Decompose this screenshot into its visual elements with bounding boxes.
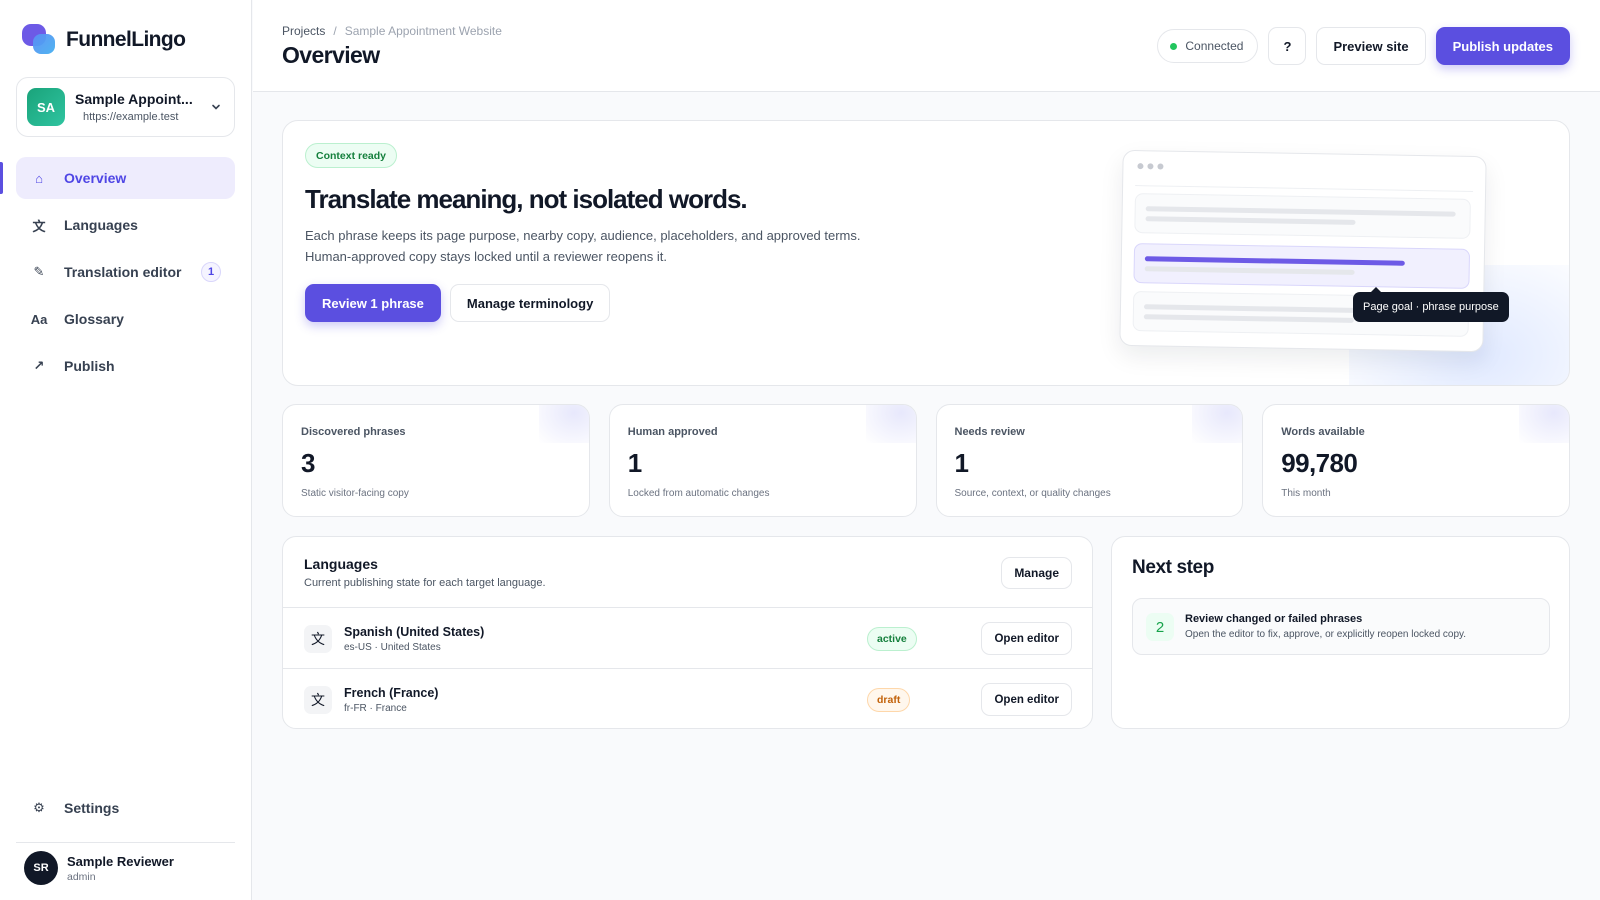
hero-card: Context ready Translate meaning, not iso… [282,120,1570,386]
sidebar-item-label: Publish [64,358,115,374]
next-step-item[interactable]: 2 Review changed or failed phrases Open … [1132,598,1550,655]
status-text: Connected [1185,39,1244,53]
stat-value: 99,780 [1281,448,1358,478]
home-icon: ⌂ [35,170,43,186]
language-name: Spanish (United States) [344,625,485,639]
glossary-icon: Aa [30,311,48,327]
next-step-description: Open the editor to fix, approve, or expl… [1185,629,1467,640]
project-name: Sample Appoint... [75,91,193,107]
sidebar-item-label: Translation editor [64,264,182,280]
stat-subtext: Locked from automatic changes [627,488,770,499]
next-step-card: Next step 2 Review changed or failed phr… [1111,536,1570,729]
logo-mark-icon [22,24,56,56]
hero-desc-line1: Each phrase keeps its page purpose, near… [305,228,861,243]
manage-terminology-button[interactable]: Manage terminology [449,284,611,322]
breadcrumb-current: Sample Appointment Website [344,24,502,38]
chevron-down-icon [208,99,224,115]
sidebar-item-label: Overview [64,170,127,186]
sidebar-item-label: Settings [64,800,120,816]
sidebar: FunnelLingo SA Sample Appoint... https:/… [0,0,252,900]
open-editor-button[interactable]: Open editor [981,622,1072,655]
sidebar-nav: ⌂ Overview 文 Languages ✎ Translation edi… [0,157,235,392]
sidebar-item-translation-editor[interactable]: ✎ Translation editor 1 [16,251,235,293]
stat-label: Human approved [627,426,718,438]
project-url: https://example.test [83,111,179,123]
breadcrumb-separator: / [333,24,337,38]
hero-desc-line2: Human-approved copy stays locked until a… [305,249,668,264]
table-row: 文 French (France) fr-FR · France draft O… [283,668,1092,728]
stat-card-approved: Human approved 1 Locked from automatic c… [608,404,917,517]
manage-languages-button[interactable]: Manage [1001,557,1072,589]
sidebar-item-languages[interactable]: 文 Languages [16,204,235,246]
tooltip: Page goal · phrase purpose [1353,287,1509,322]
preview-site-button[interactable]: Preview site [1316,27,1426,65]
stat-subtext: This month [1281,488,1331,499]
sidebar-item-glossary[interactable]: Aa Glossary [16,298,235,340]
language-name: French (France) [344,686,439,700]
avatar: SR [24,851,58,885]
app-name: FunnelLingo [66,28,186,51]
next-step-title: Next step [1132,557,1214,578]
sidebar-item-overview[interactable]: ⌂ Overview [0,157,235,199]
page-title: Overview [282,42,380,68]
translate-icon: 文 [304,625,332,653]
stat-card-discovered: Discovered phrases 3 Static visitor-faci… [282,404,590,517]
connection-status: Connected [1157,29,1259,63]
breadcrumb: Projects / Sample Appointment Website [282,24,502,38]
sidebar-item-label: Languages [64,217,138,233]
sidebar-item-label: Glossary [64,311,124,327]
stat-value: 3 [301,448,315,478]
sidebar-item-settings[interactable]: ⚙ Settings [16,787,235,829]
stat-card-words: Words available 99,780 This month [1262,404,1570,517]
breadcrumb-projects[interactable]: Projects [282,24,325,38]
open-editor-button[interactable]: Open editor [981,683,1072,716]
languages-card: Languages Current publishing state for e… [282,536,1093,729]
pencil-icon: ✎ [33,264,45,279]
project-avatar: SA [27,88,65,126]
translate-icon: 文 [32,218,46,234]
hero-title: Translate meaning, not isolated words. [305,184,748,214]
sidebar-item-publish[interactable]: ↗ Publish [16,345,235,387]
languages-title: Languages [304,556,378,572]
publish-updates-button[interactable]: Publish updates [1435,27,1570,65]
table-row: 文 Spanish (United States) es-US · United… [283,607,1092,668]
divider [16,842,235,843]
hero-description: Each phrase keeps its page purpose, near… [305,225,925,267]
status-badge: active [867,627,917,651]
app-logo[interactable]: FunnelLingo [22,24,186,56]
status-badge: draft [867,688,911,712]
next-step-heading: Review changed or failed phrases [1185,613,1363,625]
help-button[interactable]: ? [1268,27,1307,65]
review-phrase-button[interactable]: Review 1 phrase [305,284,441,322]
project-switcher[interactable]: SA Sample Appoint... https://example.tes… [16,77,235,137]
page-header: Projects / Sample Appointment Website Ov… [253,0,1600,92]
count-badge: 1 [201,262,221,282]
arrow-up-right-icon: ↗ [33,358,45,373]
stat-label: Words available [1281,426,1365,438]
stat-subtext: Source, context, or quality changes [954,488,1111,499]
stat-subtext: Static visitor-facing copy [301,488,409,499]
user-role: admin [67,870,96,883]
step-number: 2 [1146,613,1174,641]
status-dot-icon [1170,42,1178,50]
user-profile[interactable]: SR Sample Reviewer admin [24,851,174,885]
languages-subtitle: Current publishing state for each target… [304,577,546,589]
stat-value: 1 [954,448,969,478]
translate-icon: 文 [304,686,332,714]
stats-row: Discovered phrases 3 Static visitor-faci… [282,404,1570,517]
gear-icon: ⚙ [33,800,45,815]
stat-label: Discovered phrases [301,426,406,438]
user-name: Sample Reviewer [67,853,174,869]
language-meta: es-US · United States [344,642,441,653]
stat-value: 1 [627,448,642,478]
stat-card-needs-review: Needs review 1 Source, context, or quali… [935,404,1244,517]
window-dots-icon [1137,163,1164,170]
stat-label: Needs review [954,426,1025,438]
language-meta: fr-FR · France [344,703,407,714]
status-badge: Context ready [305,143,398,168]
